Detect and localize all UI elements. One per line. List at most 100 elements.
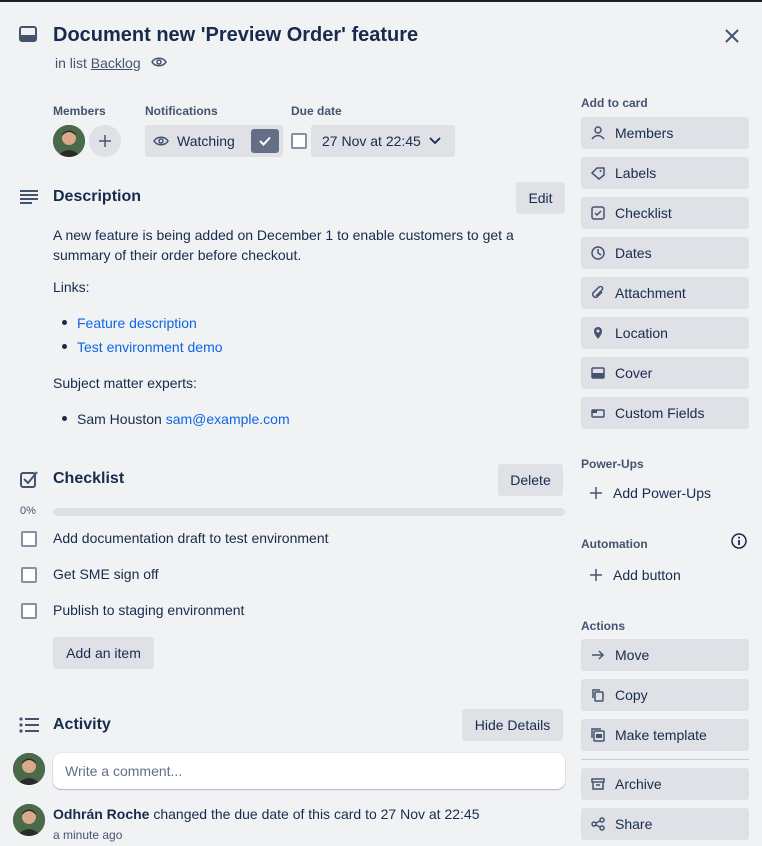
attachment-label: Attachment [615, 285, 686, 301]
list-info: in list Backlog [55, 55, 141, 71]
checklist-label: Checklist [615, 205, 672, 221]
cover-label: Cover [615, 365, 653, 381]
location-button[interactable]: Location [581, 317, 749, 349]
experts-heading: Subject matter experts: [53, 375, 197, 391]
move-label: Move [615, 647, 650, 663]
edit-label: Edit [528, 190, 553, 206]
progress-percent: 0% [20, 505, 36, 517]
expert-entry: Sam Houston sam@example.com [77, 409, 290, 429]
watching-check [251, 129, 279, 153]
edit-description-button[interactable]: Edit [516, 182, 565, 214]
archive-icon [591, 777, 605, 791]
person-icon [591, 126, 605, 140]
checklist-item[interactable]: Publish to staging environment [53, 602, 244, 618]
links-heading: Links: [53, 279, 90, 295]
arrow-right-icon [591, 648, 605, 662]
custom-fields-icon [591, 406, 605, 420]
make-template-label: Make template [615, 727, 707, 743]
checklist-icon [20, 470, 38, 488]
members-label: Members [53, 104, 106, 118]
avatar[interactable] [53, 125, 85, 157]
activity-entry: Odhrán Roche changed the due date of thi… [53, 806, 479, 822]
description-title: Description [53, 188, 142, 205]
checklist-title[interactable]: Checklist [53, 470, 124, 488]
checklist-item[interactable]: Get SME sign off [53, 566, 159, 582]
due-date-label: Due date [291, 104, 342, 118]
description-icon [20, 190, 38, 204]
check-icon [259, 136, 271, 146]
plus-icon [98, 134, 112, 148]
bullet [62, 320, 67, 325]
bullet [62, 344, 67, 349]
checkbox-icon [591, 206, 605, 220]
eye-icon [151, 56, 167, 68]
delete-label: Delete [510, 472, 551, 488]
cover-button[interactable]: Cover [581, 357, 749, 389]
feature-description-link[interactable]: Feature description [77, 313, 197, 333]
archive-label: Archive [615, 776, 662, 792]
eye-icon [153, 135, 169, 147]
checklist-progress-bar [53, 508, 565, 516]
add-button-button[interactable]: Add button [581, 559, 749, 591]
comment-input[interactable]: Write a comment... [53, 753, 565, 789]
notifications-label: Notifications [145, 104, 218, 118]
hide-details-button[interactable]: Hide Details [462, 709, 563, 741]
due-date-button[interactable]: 27 Nov at 22:45 [311, 125, 455, 157]
expert-email-link[interactable]: sam@example.com [166, 411, 290, 427]
checklist-item-checkbox[interactable] [21, 567, 37, 583]
info-icon[interactable] [731, 533, 747, 549]
add-item-button[interactable]: Add an item [53, 637, 154, 669]
checklist-item-checkbox[interactable] [21, 603, 37, 619]
card-icon [19, 26, 37, 42]
avatar [13, 804, 45, 836]
in-list-prefix: in list [55, 55, 87, 71]
activity-time[interactable]: a minute ago [53, 828, 122, 842]
attachment-button[interactable]: Attachment [581, 277, 749, 309]
labels-label: Labels [615, 165, 657, 181]
copy-icon [591, 688, 605, 702]
labels-button[interactable]: Labels [581, 157, 749, 189]
make-template-button[interactable]: Make template [581, 719, 749, 751]
members-label: Members [615, 125, 674, 141]
members-button[interactable]: Members [581, 117, 749, 149]
checklist-button[interactable]: Checklist [581, 197, 749, 229]
avatar [13, 753, 45, 785]
copy-button[interactable]: Copy [581, 679, 749, 711]
plus-icon [589, 568, 603, 582]
paperclip-icon [591, 286, 605, 300]
activity-user[interactable]: Odhrán Roche [53, 806, 149, 822]
watch-button[interactable]: Watching [145, 125, 283, 157]
clock-icon [591, 246, 605, 260]
powerups-label: Power-Ups [581, 457, 644, 471]
dates-button[interactable]: Dates [581, 237, 749, 269]
add-member-button[interactable] [89, 125, 121, 157]
activity-title: Activity [53, 716, 111, 733]
share-label: Share [615, 816, 653, 832]
activity-text: changed the due date of this card to 27 … [153, 806, 480, 822]
pin-icon [591, 326, 605, 340]
sidebar-divider [581, 759, 749, 760]
card-title[interactable]: Document new 'Preview Order' feature [53, 24, 418, 47]
due-date-value: 27 Nov at 22:45 [322, 133, 421, 149]
close-icon[interactable] [725, 29, 739, 43]
list-link[interactable]: Backlog [91, 55, 141, 71]
chevron-down-icon [429, 137, 441, 145]
location-label: Location [615, 325, 668, 341]
move-button[interactable]: Move [581, 639, 749, 671]
delete-checklist-button[interactable]: Delete [498, 464, 563, 496]
add-powerups-button[interactable]: Add Power-Ups [581, 477, 749, 509]
copy-label: Copy [615, 687, 648, 703]
test-env-link[interactable]: Test environment demo [77, 337, 223, 357]
hide-details-label: Hide Details [474, 717, 551, 733]
checklist-item[interactable]: Add documentation draft to test environm… [53, 530, 329, 546]
share-button[interactable]: Share [581, 808, 749, 840]
dates-label: Dates [615, 245, 652, 261]
archive-button[interactable]: Archive [581, 768, 749, 800]
add-to-card-label: Add to card [581, 96, 648, 110]
bullet [62, 416, 67, 421]
description-paragraph: A new feature is being added on December… [53, 227, 514, 263]
checklist-item-checkbox[interactable] [21, 531, 37, 547]
custom-fields-button[interactable]: Custom Fields [581, 397, 749, 429]
due-complete-checkbox[interactable] [291, 133, 307, 149]
template-icon [591, 728, 605, 742]
